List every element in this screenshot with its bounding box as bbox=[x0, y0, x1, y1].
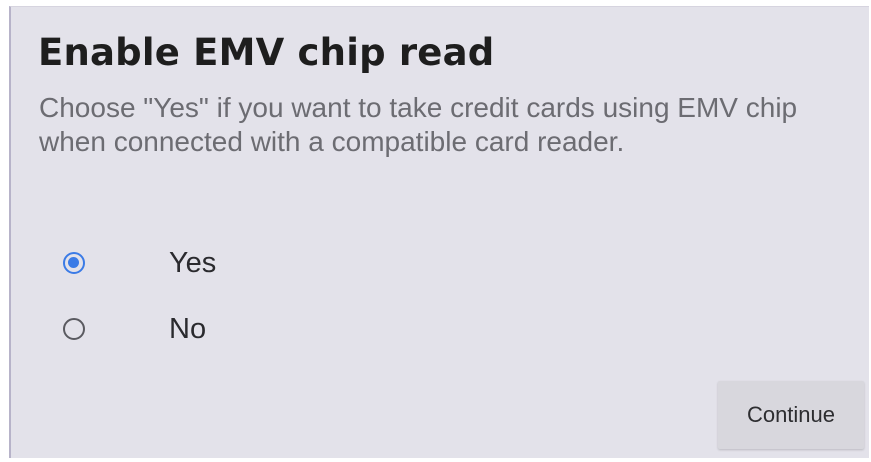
emv-settings-dialog: Enable EMV chip read Choose "Yes" if you… bbox=[9, 6, 869, 458]
radio-unchecked-icon[interactable] bbox=[63, 318, 85, 340]
option-yes[interactable]: Yes bbox=[63, 235, 363, 291]
option-yes-label: Yes bbox=[169, 246, 217, 279]
continue-button[interactable]: Continue bbox=[718, 381, 864, 449]
option-no[interactable]: No bbox=[63, 301, 363, 357]
option-no-label: No bbox=[169, 312, 207, 345]
dialog-description: Choose "Yes" if you want to take credit … bbox=[39, 92, 798, 157]
dialog-title: Enable EMV chip read bbox=[38, 31, 495, 74]
radio-checked-icon[interactable] bbox=[63, 252, 85, 274]
